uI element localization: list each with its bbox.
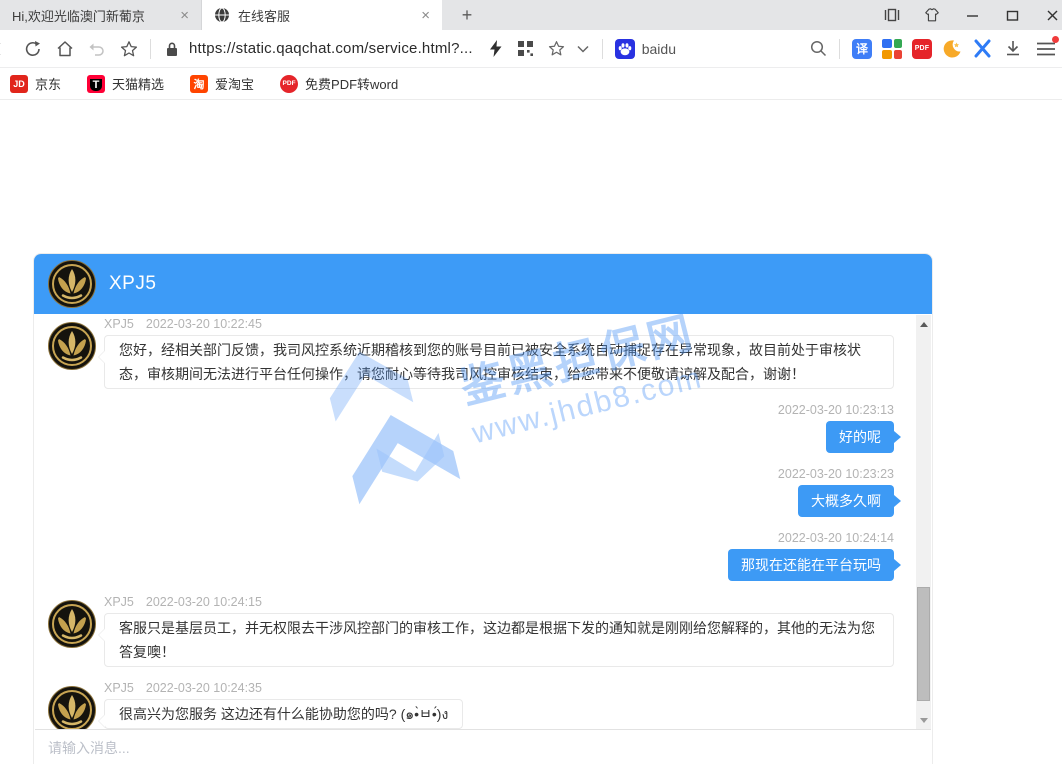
agent-avatar xyxy=(48,322,96,370)
tab-casino[interactable]: Hi,欢迎光临澳门新葡京 × xyxy=(0,0,202,30)
bookmark-label: 京东 xyxy=(35,74,61,93)
bookmark-label: 免费PDF转word xyxy=(305,74,398,93)
message-timestamp: 2022-03-20 10:24:35 xyxy=(146,681,262,695)
bookmark-label: 爱淘宝 xyxy=(215,74,254,93)
user-message: 2022-03-20 10:24:14 那现在还能在平台玩吗 xyxy=(48,531,894,581)
tmall-icon: T xyxy=(87,75,105,93)
chevron-down-icon[interactable] xyxy=(574,40,592,58)
agent-avatar xyxy=(48,260,96,308)
apps-grid-extension-icon[interactable] xyxy=(882,39,902,59)
new-tab-button[interactable]: + xyxy=(450,0,484,30)
qrcode-icon[interactable] xyxy=(517,40,535,58)
menu-icon[interactable] xyxy=(1036,39,1056,59)
bookmark-jd[interactable]: JD 京东 xyxy=(10,74,61,93)
undo-icon[interactable] xyxy=(88,40,106,58)
agent-message: XPJ5 2022-03-20 10:24:35 很高兴为您服务 这边还有什么能… xyxy=(48,681,894,729)
search-engine-chip[interactable]: baidu xyxy=(615,39,676,59)
cut-x-extension-icon[interactable] xyxy=(972,39,992,59)
minimize-icon[interactable] xyxy=(964,7,980,23)
message-bubble: 客服只是基层员工，并无权限去干涉风控部门的审核工作，这边都是根据下发的通知就是刚… xyxy=(104,613,894,667)
close-window-icon[interactable] xyxy=(1044,7,1060,23)
message-list: XPJ5 2022-03-20 10:22:45 您好，经相关部门反馈，我司风控… xyxy=(35,314,916,729)
reload-icon[interactable] xyxy=(24,40,42,58)
favorites-star-icon[interactable] xyxy=(120,40,138,58)
message-timestamp: 2022-03-20 10:23:23 xyxy=(778,467,894,481)
tab-online-service[interactable]: 在线客服 × xyxy=(202,0,442,30)
window-controls xyxy=(884,0,1062,30)
message-timestamp: 2022-03-20 10:24:14 xyxy=(778,531,894,545)
baidu-paw-icon xyxy=(615,39,635,59)
user-message: 2022-03-20 10:23:13 好的呢 xyxy=(48,403,894,453)
navigation-bar: https://static.qaqchat.com/service.html?… xyxy=(0,30,1062,68)
agent-avatar xyxy=(48,686,96,729)
bookmark-taobao[interactable]: 淘 爱淘宝 xyxy=(190,74,254,93)
notification-dot xyxy=(1052,36,1059,43)
tab-bar: Hi,欢迎光临澳门新葡京 × 在线客服 × + xyxy=(0,0,1062,30)
theme-skin-icon[interactable] xyxy=(924,7,940,23)
lock-icon[interactable] xyxy=(163,40,181,58)
message-bubble: 很高兴为您服务 这边还有什么能协助您的吗? (๑•̀ㅂ•́)ง xyxy=(104,699,463,729)
bookmark-label: 天猫精选 xyxy=(112,74,164,93)
user-message: 2022-03-20 10:23:23 大概多久啊 xyxy=(48,467,894,517)
search-engine-label: baidu xyxy=(642,41,676,57)
bookmarks-bar: JD 京东 T 天猫精选 淘 爱淘宝 PDF 免费PDF转word xyxy=(0,68,1062,100)
agent-avatar xyxy=(48,600,96,648)
message-timestamp: 2022-03-20 10:24:15 xyxy=(146,595,262,609)
message-bubble: 好的呢 xyxy=(826,421,894,453)
message-bubble: 您好，经相关部门反馈，我司风控系统近期稽核到您的账号目前已被安全系统自动捕捉存在… xyxy=(104,335,894,389)
bookmark-pdf2word[interactable]: PDF 免费PDF转word xyxy=(280,74,398,93)
globe-icon xyxy=(214,7,230,23)
taobao-icon: 淘 xyxy=(190,75,208,93)
night-mode-moon-icon[interactable] xyxy=(942,39,962,59)
message-timestamp: 2022-03-20 10:23:13 xyxy=(778,403,894,417)
message-sender: XPJ5 xyxy=(104,681,134,695)
maximize-icon[interactable] xyxy=(1004,7,1020,23)
tab-close-icon[interactable]: × xyxy=(417,7,434,24)
agent-name-title: XPJ5 xyxy=(109,273,156,295)
chat-header: XPJ5 xyxy=(34,254,932,314)
translate-extension-icon[interactable]: 译 xyxy=(852,39,872,59)
divider xyxy=(150,39,151,59)
scroll-up-icon[interactable] xyxy=(916,317,931,331)
message-bubble: 那现在还能在平台玩吗 xyxy=(728,549,894,581)
download-icon[interactable] xyxy=(1004,40,1022,58)
message-input[interactable] xyxy=(35,730,931,756)
chat-input-area xyxy=(35,729,931,764)
jd-icon: JD xyxy=(10,75,28,93)
bookmark-tmall[interactable]: T 天猫精选 xyxy=(87,74,164,93)
search-icon[interactable] xyxy=(809,40,827,58)
message-sender: XPJ5 xyxy=(104,595,134,609)
chat-scrollbar[interactable] xyxy=(916,315,931,729)
message-sender: XPJ5 xyxy=(104,317,134,331)
tab-close-icon[interactable]: × xyxy=(176,7,193,24)
side-panel-icon[interactable] xyxy=(884,7,900,23)
pdf-icon: PDF xyxy=(280,75,298,93)
chat-window: XPJ5 XPJ5 2022-03-20 10:22:45 您好，经相关部门反馈… xyxy=(33,253,933,764)
pdf-extension-icon[interactable]: PDF xyxy=(912,39,932,59)
divider xyxy=(602,39,603,59)
bookmark-star-icon[interactable] xyxy=(548,40,566,58)
agent-message: XPJ5 2022-03-20 10:24:15 客服只是基层员工，并无权限去干… xyxy=(48,595,894,667)
scrollbar-thumb[interactable] xyxy=(917,587,930,701)
tab-title: Hi,欢迎光临澳门新葡京 xyxy=(12,6,170,25)
lightning-icon[interactable] xyxy=(487,40,505,58)
back-icon[interactable] xyxy=(0,40,6,58)
scroll-down-icon[interactable] xyxy=(916,713,931,727)
address-field[interactable]: https://static.qaqchat.com/service.html?… xyxy=(189,40,473,57)
message-bubble: 大概多久啊 xyxy=(798,485,894,517)
home-icon[interactable] xyxy=(56,40,74,58)
message-timestamp: 2022-03-20 10:22:45 xyxy=(146,317,262,331)
browser-window: Hi,欢迎光临澳门新葡京 × 在线客服 × + xyxy=(0,0,1062,764)
divider xyxy=(839,39,840,59)
tab-title: 在线客服 xyxy=(238,6,411,25)
agent-message: XPJ5 2022-03-20 10:22:45 您好，经相关部门反馈，我司风控… xyxy=(48,317,894,389)
